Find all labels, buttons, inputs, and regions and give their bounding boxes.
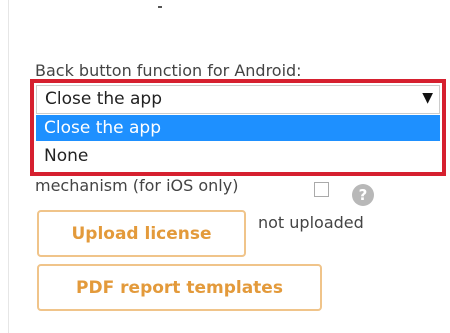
back-button-options-list: Close the app None (36, 114, 440, 170)
pdf-report-templates-button-label: PDF report templates (76, 277, 283, 298)
caret-down-icon: ▼ (422, 90, 433, 106)
upload-license-button-label: Upload license (71, 223, 212, 244)
help-icon[interactable]: ? (352, 184, 374, 206)
option-close-the-app[interactable]: Close the app (36, 115, 440, 141)
ios-mechanism-label: mechanism (for iOS only) (35, 176, 239, 195)
upload-license-button[interactable]: Upload license (37, 210, 246, 257)
pdf-report-templates-button[interactable]: PDF report templates (37, 264, 322, 311)
select-current-value: Close the app (45, 89, 163, 109)
license-status-text: not uploaded (258, 213, 364, 232)
back-button-function-select[interactable]: Close the app ▼ (36, 85, 440, 114)
option-none[interactable]: None (36, 143, 440, 169)
cut-off-text-fragment (158, 6, 162, 8)
ios-mechanism-checkbox[interactable] (314, 182, 329, 197)
back-button-function-label: Back button function for Android: (35, 61, 302, 80)
panel-left-border (8, 0, 9, 333)
